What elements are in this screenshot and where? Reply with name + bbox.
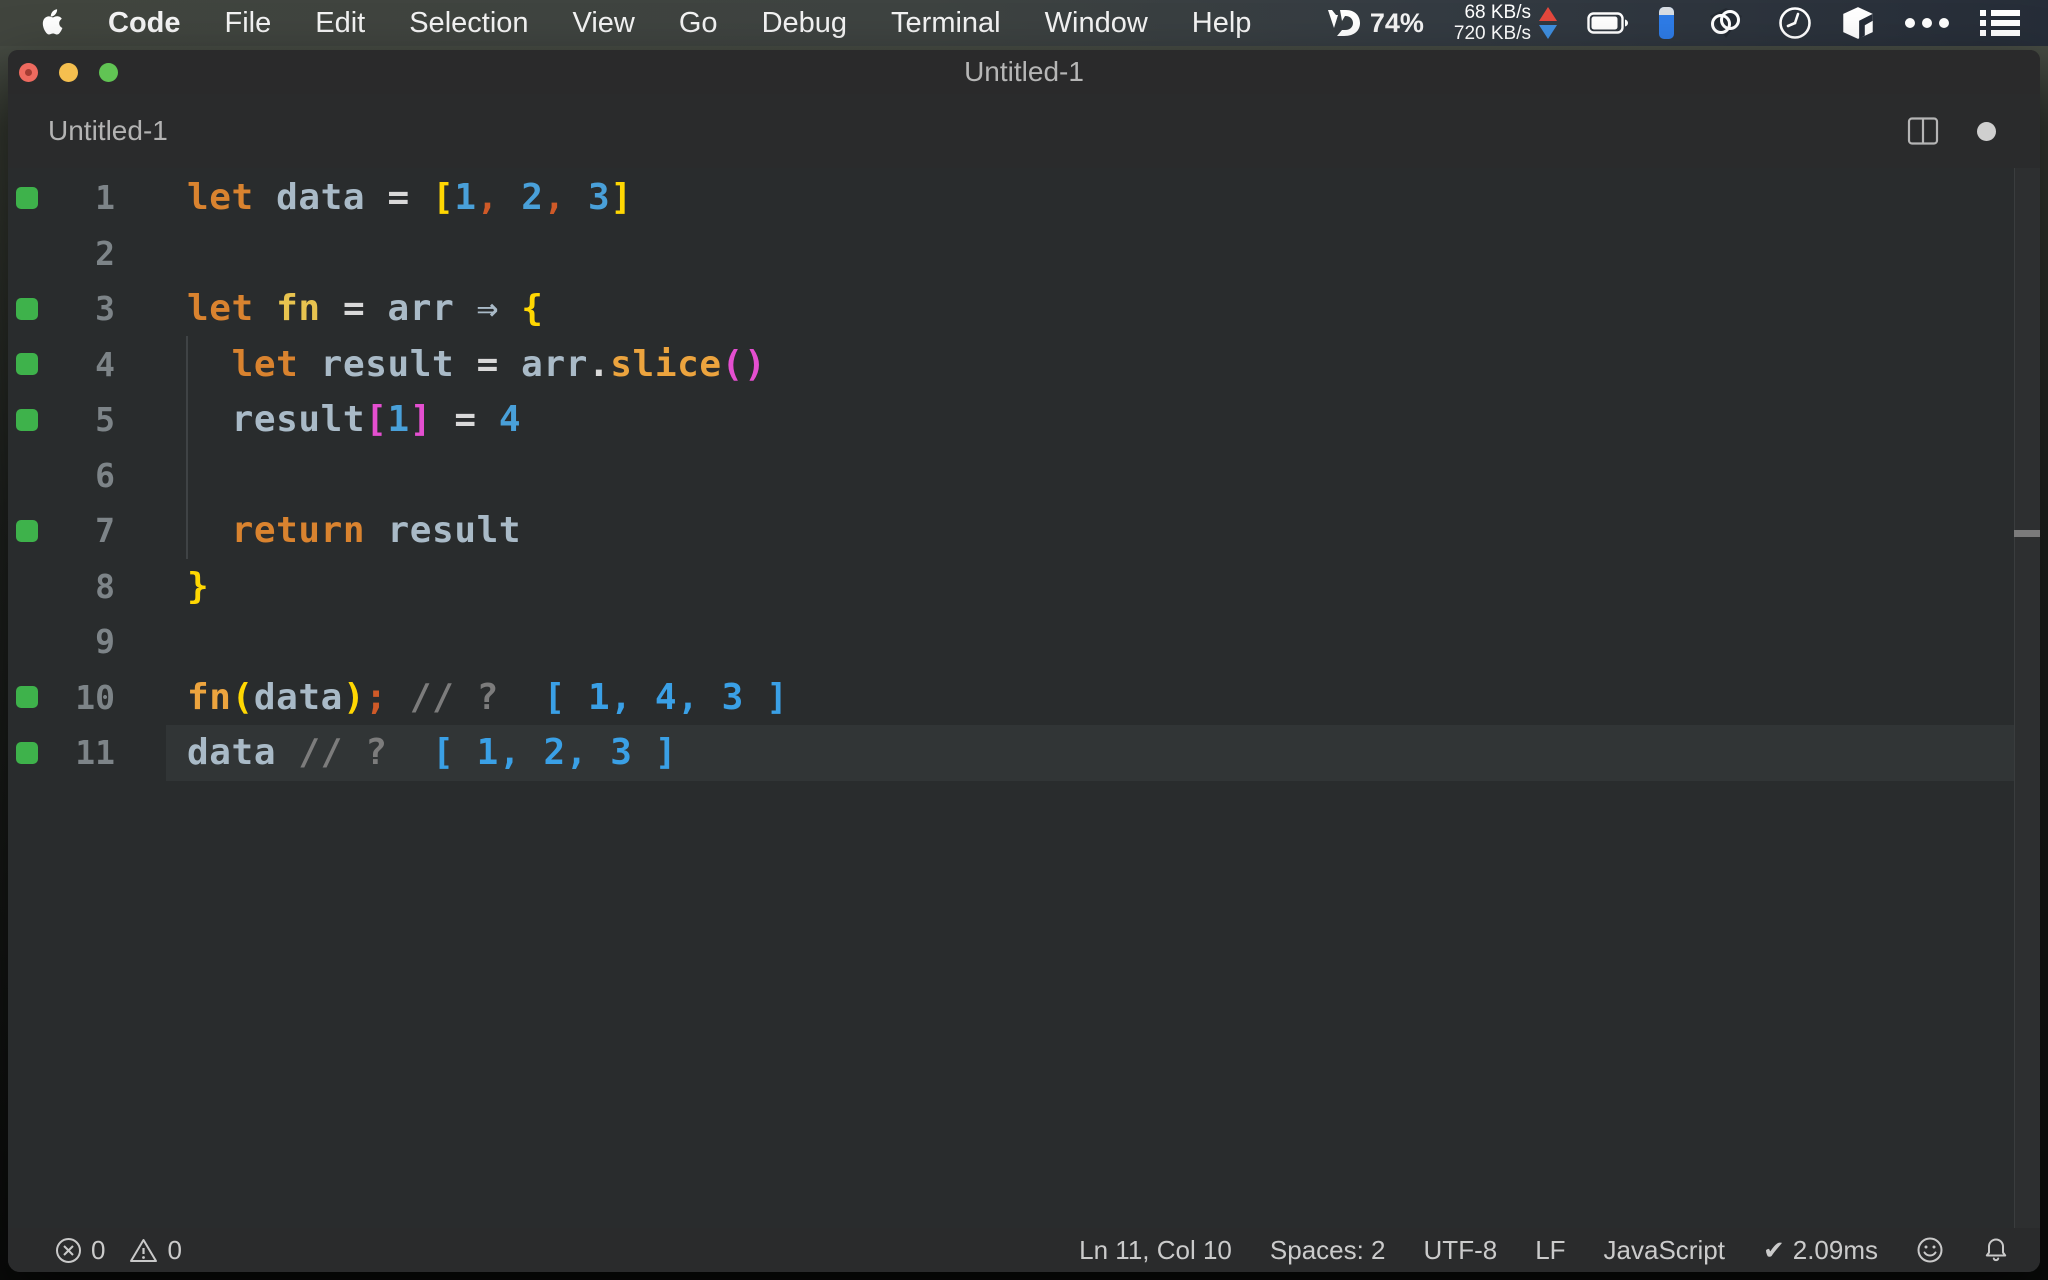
vivid-logo-icon — [1319, 8, 1360, 38]
line-number: 3 — [95, 289, 115, 329]
line-number: 11 — [75, 733, 115, 773]
quokka-coverage-square — [16, 519, 38, 542]
macos-menu-bar: Code File Edit Selection View Go Debug Terminal… — [0, 0, 2048, 46]
code-line-9: 9 — [8, 614, 2040, 670]
code-line-8: 8} — [8, 559, 2040, 615]
cursor-position[interactable]: Ln 11, Col 10 — [1079, 1235, 1232, 1266]
quokka-coverage-square — [16, 686, 38, 709]
code-line-4: 4 let result = arr.slice() — [8, 337, 2040, 393]
language-mode[interactable]: JavaScript — [1604, 1235, 1725, 1266]
code-line-3: 3 let fn = arr ⇒ { — [8, 281, 2040, 337]
line-number: 1 — [95, 178, 115, 218]
errors-icon[interactable] — [55, 1237, 82, 1264]
line-number: 6 — [95, 455, 115, 495]
quokka-coverage-square — [16, 408, 38, 431]
editor-tab-bar: Untitled-1 — [8, 94, 2040, 168]
code-line-2: 2 — [8, 226, 2040, 282]
indentation-setting[interactable]: Spaces: 2 — [1270, 1235, 1386, 1266]
line-text[interactable]: let data = [1, 2, 3] — [187, 177, 633, 218]
line-number: 8 — [95, 566, 115, 606]
code-line-6: 6 — [8, 448, 2040, 504]
upload-arrow-icon — [1539, 7, 1557, 21]
code-line-5: 5 result[1] = 4 — [8, 392, 2040, 448]
notifications-bell-icon[interactable] — [1982, 1236, 2010, 1264]
gutter-margin-line-3[interactable] — [8, 297, 54, 320]
unsaved-changes-dot[interactable] — [1977, 121, 1996, 141]
perf-time[interactable]: 2.09ms — [1793, 1235, 1878, 1266]
menu-item-selection[interactable]: Selection — [409, 7, 528, 40]
network-speed-status[interactable]: 68 KB/s 720 KB/s — [1454, 2, 1557, 44]
gutter-margin-line-7[interactable] — [8, 519, 54, 542]
line-text[interactable]: } — [187, 566, 209, 607]
line-number: 2 — [95, 233, 115, 273]
apple-menu-icon[interactable] — [38, 8, 64, 38]
quokka-perf: ✔ 2.09ms — [1763, 1235, 1878, 1266]
vivid-percent: 74% — [1369, 7, 1424, 38]
device-battery-pill-icon[interactable] — [1659, 7, 1674, 39]
code-line-7: 7 return result — [8, 503, 2040, 559]
warnings-count[interactable]: 0 — [167, 1235, 181, 1266]
line-number: 7 — [95, 511, 115, 551]
code-line-11: 11 data // ? [ 1, 2, 3 ] — [8, 725, 2040, 781]
gutter-margin-line-10[interactable] — [8, 686, 54, 709]
window-titlebar[interactable]: Untitled-1 — [8, 50, 2040, 94]
more-dots-icon[interactable] — [1904, 17, 1950, 29]
errors-count[interactable]: 0 — [91, 1235, 105, 1266]
line-number: 10 — [75, 677, 115, 717]
list-menu-icon[interactable] — [1980, 9, 2020, 37]
menu-item-edit[interactable]: Edit — [315, 7, 365, 40]
quokka-coverage-square — [16, 353, 38, 376]
download-arrow-icon — [1539, 25, 1557, 39]
menu-item-view[interactable]: View — [573, 7, 635, 40]
check-icon: ✔ — [1762, 1234, 1785, 1265]
menu-item-file[interactable]: File — [225, 7, 272, 40]
line-number: 5 — [95, 400, 115, 440]
code-editor-window: Untitled-1 Untitled-1 1 let data = [1, 2,… — [8, 50, 2040, 1272]
quokka-coverage-square — [16, 297, 38, 320]
menu-item-go[interactable]: Go — [679, 7, 718, 40]
line-number: 9 — [95, 622, 115, 662]
line-text[interactable]: let result = arr.slice() — [187, 344, 766, 385]
rings-app-icon[interactable] — [1704, 6, 1748, 40]
window-title: Untitled-1 — [964, 56, 1084, 87]
line-text[interactable]: return result — [187, 510, 521, 551]
encoding-setting[interactable]: UTF-8 — [1424, 1235, 1498, 1266]
menu-item-code[interactable]: Code — [108, 7, 181, 40]
line-number: 4 — [95, 344, 115, 384]
code-line-10: 10 fn(data); // ? [ 1, 4, 3 ] — [8, 670, 2040, 726]
battery-icon[interactable] — [1587, 12, 1629, 34]
menu-item-terminal[interactable]: Terminal — [891, 7, 1001, 40]
line-text[interactable]: let fn = arr ⇒ { — [187, 288, 543, 329]
split-editor-icon[interactable] — [1907, 115, 1939, 147]
feedback-smiley-icon[interactable] — [1916, 1236, 1944, 1264]
status-bar: 0 0 Ln 11, Col 10 Spaces: 2 UTF-8 LF Jav… — [8, 1228, 2040, 1272]
vivid-brightness-status[interactable]: 74% — [1319, 7, 1424, 39]
cube-app-icon[interactable] — [1842, 6, 1874, 40]
clock-icon[interactable] — [1778, 6, 1812, 40]
line-text[interactable]: result[1] = 4 — [187, 399, 521, 440]
menu-item-help[interactable]: Help — [1192, 7, 1252, 40]
gutter-margin-line-5[interactable] — [8, 408, 54, 431]
warnings-icon[interactable] — [129, 1237, 158, 1264]
gutter-margin-line-1[interactable] — [8, 186, 54, 209]
eol-setting[interactable]: LF — [1535, 1235, 1565, 1266]
menu-item-debug[interactable]: Debug — [762, 7, 847, 40]
line-text[interactable]: fn(data); // ? [ 1, 4, 3 ] — [187, 677, 789, 718]
code-editor-area[interactable]: 1 let data = [1, 2, 3] 2 3 let fn = arr ⇒ { 4… — [8, 168, 2040, 1228]
gutter-margin-line-4[interactable] — [8, 353, 54, 376]
net-up-speed: 68 KB/s — [1464, 2, 1531, 23]
menu-item-window[interactable]: Window — [1045, 7, 1148, 40]
tab-untitled-1[interactable]: Untitled-1 — [48, 115, 168, 147]
gutter-margin-line-11[interactable] — [8, 741, 54, 764]
quokka-coverage-square — [16, 741, 38, 764]
line-text[interactable]: data // ? [ 1, 2, 3 ] — [187, 732, 677, 773]
net-down-speed: 720 KB/s — [1453, 23, 1531, 44]
code-line-1: 1 let data = [1, 2, 3] — [8, 170, 2040, 226]
quokka-coverage-square — [16, 186, 38, 209]
